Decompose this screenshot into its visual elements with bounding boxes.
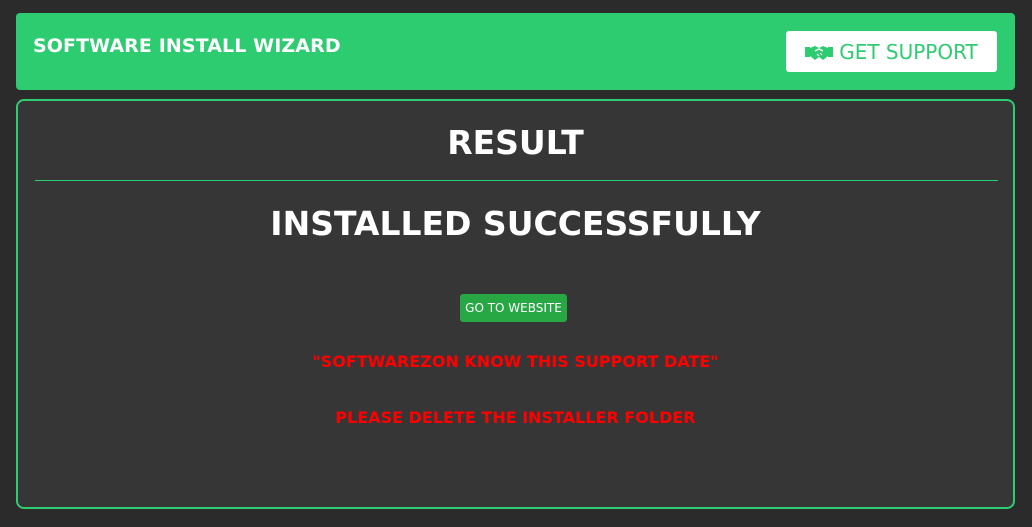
delete-installer-warning: PLEASE DELETE THE INSTALLER FOLDER — [335, 408, 696, 427]
result-panel: RESULT INSTALLED SUCCESSFULLY GO TO WEBS… — [16, 99, 1015, 509]
result-title: RESULT — [447, 123, 584, 162]
get-support-label: GET SUPPORT — [839, 39, 978, 64]
divider — [35, 180, 998, 181]
get-support-button[interactable]: GET SUPPORT — [786, 31, 997, 72]
support-date-warning: "SOFTWAREZON KNOW THIS SUPPORT DATE" — [312, 352, 719, 371]
go-to-website-button[interactable]: GO TO WEBSITE — [460, 294, 567, 322]
header-bar: SOFTWARE INSTALL WIZARD GET SUPPORT — [16, 13, 1015, 90]
app-title: SOFTWARE INSTALL WIZARD — [33, 35, 341, 57]
handshake-icon — [805, 42, 834, 62]
install-status: INSTALLED SUCCESSFULLY — [270, 204, 761, 243]
